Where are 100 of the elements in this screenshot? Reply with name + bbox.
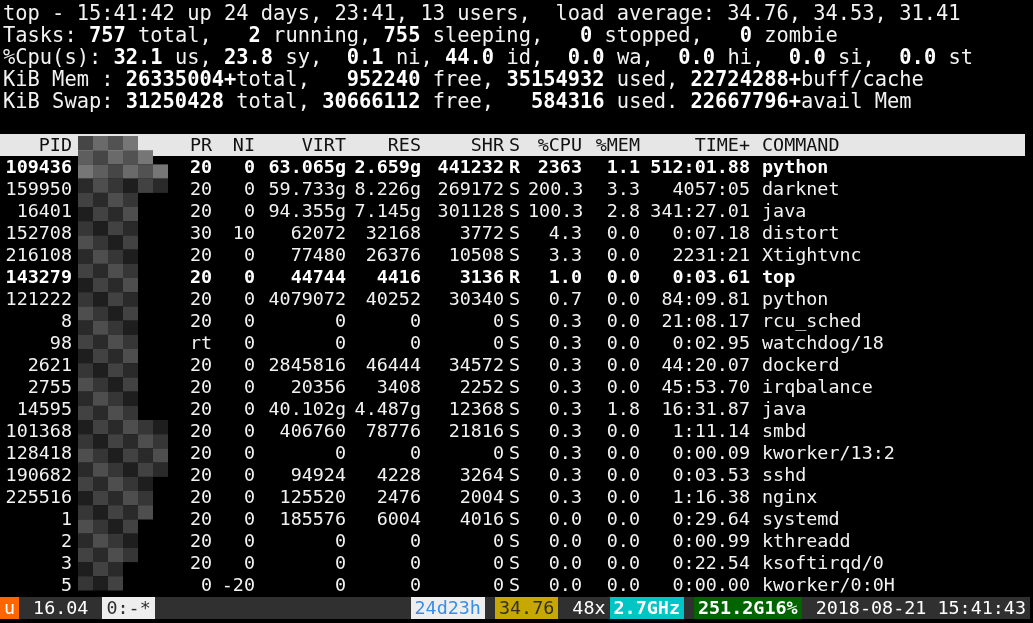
table-cell-text: S (508, 552, 522, 574)
table-cell-text: java (761, 200, 808, 222)
table-cell: 20 (190, 508, 212, 530)
table-cell-text: 84:09.81 (660, 288, 750, 310)
table-cell-text: 0.0 (605, 310, 640, 332)
table-cell-text: 0 (242, 376, 255, 398)
table-cell-text: 0.0 (605, 354, 640, 376)
table-cell-text: 109436 (4, 156, 72, 178)
table-cell-text: 0 (491, 530, 504, 552)
table-cell-text: 0 (408, 530, 421, 552)
table-cell-text: 44:20.07 (660, 354, 750, 376)
table-cell-text: S (508, 332, 522, 354)
table-cell-text: 0 (333, 574, 346, 596)
table-cell-text: S (508, 200, 522, 222)
column-header: %MEM (594, 134, 640, 156)
table-cell-text: R (508, 156, 522, 178)
table-cell-text: 128418 (4, 442, 72, 464)
table-cell-text: 0 (408, 310, 421, 332)
table-cell-text: 0 (242, 486, 255, 508)
table-cell-text: 143279 (4, 266, 72, 288)
column-header: S (508, 134, 522, 156)
summary-line: Tasks: 757 total, 2 running, 755 sleeping, 0 stopped, 0 zombie (2, 24, 839, 46)
table-cell-text: 0.7 (547, 288, 582, 310)
table-cell-text: S (508, 442, 522, 464)
table-cell-text: 0.0 (605, 244, 640, 266)
table-cell-text: 2231:21 (671, 244, 750, 266)
table-cell-text: 0 (242, 530, 255, 552)
table-cell-text: 32168 (364, 222, 421, 244)
table-cell: 20 (190, 464, 212, 486)
table-cell-text: 0 (408, 574, 421, 596)
table-cell-text: 0 (242, 354, 255, 376)
table-cell-text: 0.0 (605, 464, 640, 486)
table-cell-text: systemd (761, 508, 841, 530)
table-cell-text: 0.0 (547, 508, 582, 530)
table-cell-text: 2845816 (267, 354, 346, 376)
table-cell-text: 0:22.54 (671, 552, 750, 574)
column-header: NI (231, 134, 255, 156)
summary-line: KiB Swap: 31250428 total, 30666112 free, 584316 used. 22667796+avail Mem (2, 90, 913, 112)
table-cell-text: 0.0 (547, 530, 582, 552)
table-cell-text: 0.0 (605, 332, 640, 354)
table-cell-text: 34572 (447, 354, 504, 376)
table-cell-text: 0.3 (547, 398, 582, 420)
table-cell-text: 121222 (4, 288, 72, 310)
table-cell-text: 4079072 (267, 288, 346, 310)
table-cell-text: irqbalance (761, 376, 874, 398)
table-cell-text: 0:00.00 (671, 574, 750, 596)
table-cell-text: 1.1 (605, 156, 640, 178)
column-header: %CPU (536, 134, 582, 156)
table-cell-text: S (508, 288, 522, 310)
table-cell-text: 0 (242, 464, 255, 486)
table-cell-text: 63.065g (267, 156, 346, 178)
table-cell: 20 (190, 442, 212, 464)
table-cell-text: 30340 (447, 288, 504, 310)
table-cell-text: 1.0 (547, 266, 582, 288)
table-cell-text: 7.145g (353, 200, 421, 222)
table-cell-text: 8.226g (353, 178, 421, 200)
table-cell-text: 4416 (375, 266, 421, 288)
table-cell-text: 0 (333, 332, 346, 354)
table-cell-text: 0.0 (605, 508, 640, 530)
table-cell: 20 (190, 376, 212, 398)
table-cell-text: S (508, 530, 522, 552)
table-cell-text: kthreadd (761, 530, 852, 552)
summary-line: top - 15:41:42 up 24 days, 23:41, 13 users, load average: 34.76, 34.53, 31.41 (2, 2, 962, 24)
table-cell-text: 3264 (458, 464, 504, 486)
table-cell-text: 0 (242, 288, 255, 310)
table-cell-text: 3772 (458, 222, 504, 244)
table-cell-text: python (761, 288, 830, 310)
table-cell-text: S (508, 178, 522, 200)
table-cell-text: 125520 (278, 486, 346, 508)
table-cell-text: 0:00.09 (671, 442, 750, 464)
table-cell-text: S (508, 244, 522, 266)
table-cell-text: 159950 (4, 178, 72, 200)
table-cell-text: 0.0 (605, 442, 640, 464)
table-cell-text: 2004 (458, 486, 504, 508)
table-cell-text: 0.3 (547, 310, 582, 332)
table-cell-text: 2 (59, 530, 72, 552)
table-cell-text: 341:27.01 (649, 200, 750, 222)
table-cell-text: 0 (408, 442, 421, 464)
table-cell-text: 94.355g (267, 200, 346, 222)
column-header: PID (37, 134, 72, 156)
table-cell-text: 4228 (375, 464, 421, 486)
table-cell-text: 0 (242, 398, 255, 420)
table-cell-text: kworker/0:0H (761, 574, 896, 596)
status-segment: 24d23h (410, 597, 485, 619)
table-cell-text: 152708 (4, 222, 72, 244)
table-cell: 20 (190, 266, 212, 288)
table-cell-text: rcu_sched (761, 310, 863, 332)
table-cell-text: 0.0 (547, 574, 582, 596)
table-cell: 20 (190, 486, 212, 508)
table-cell-text: 44744 (289, 266, 346, 288)
table-cell-text: 0 (199, 574, 212, 596)
table-cell-text: 0.0 (605, 530, 640, 552)
status-segment: 0:-* (102, 597, 155, 619)
table-cell-text: 190682 (4, 464, 72, 486)
table-cell-text: 0.0 (605, 420, 640, 442)
table-cell: 30 (190, 222, 212, 244)
table-cell-text: 0:00.99 (671, 530, 750, 552)
table-cell: 20 (190, 244, 212, 266)
table-cell-text: 45:53.70 (660, 376, 750, 398)
table-cell-text: S (508, 222, 522, 244)
